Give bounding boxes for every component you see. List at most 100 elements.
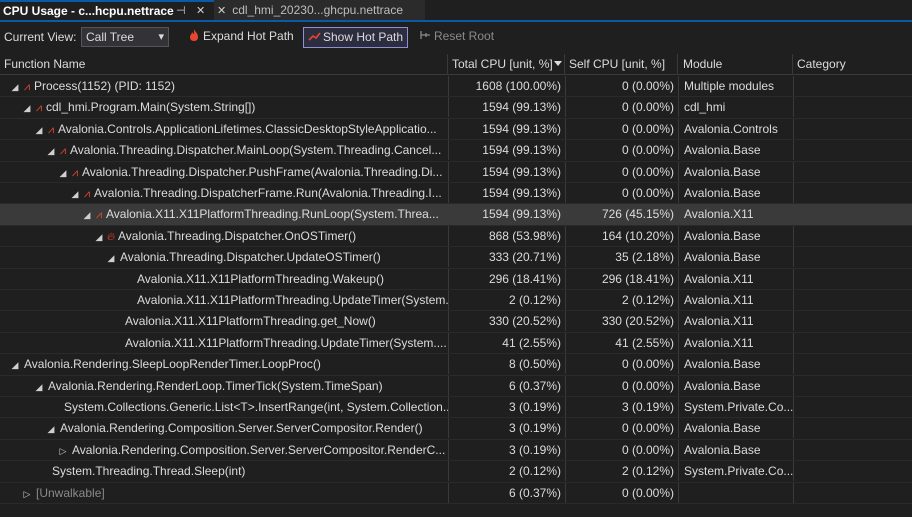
function-name-cell: Avalonia.X11.X11PlatformThreading.get_No…: [0, 311, 448, 331]
hot-path-icon: ⩘: [59, 145, 67, 158]
close-icon[interactable]: ✕: [217, 5, 226, 17]
pin-icon[interactable]: ⊣: [176, 2, 186, 20]
collapse-arrow-icon[interactable]: ◢: [46, 419, 56, 438]
collapse-arrow-icon[interactable]: ◢: [10, 355, 20, 374]
collapse-arrow-icon[interactable]: ◢: [58, 163, 68, 182]
self-cpu-cell: 726 (45.15%): [565, 204, 678, 225]
table-row[interactable]: ◢ ⩘ Avalonia.Threading.Dispatcher.PushFram…: [0, 161, 912, 183]
table-row-selected[interactable]: ◢ ⩘ Avalonia.X11.X11PlatformThreading.RunL…: [0, 204, 912, 226]
collapse-arrow-icon[interactable]: ◢: [22, 98, 32, 117]
table-row[interactable]: ◢ Avalonia.Rendering.Composition.Server.S…: [0, 418, 912, 440]
category-cell: [793, 439, 912, 460]
self-cpu-cell: 3 (0.19%): [565, 397, 678, 417]
self-cpu-cell: 0 (0.00%): [565, 439, 678, 460]
total-cpu-cell: 1594 (99.13%): [448, 118, 565, 139]
table-row[interactable]: Avalonia.X11.X11PlatformThreading.Update…: [0, 332, 912, 355]
total-cpu-cell: 1594 (99.13%): [448, 161, 565, 182]
table-row[interactable]: ◢ Avalonia.Rendering.RenderLoop.TimerTick…: [0, 375, 912, 397]
table-row[interactable]: ◢ ⩘ Process(1152) (PID: 1152) 1608 (100.00…: [0, 76, 912, 98]
collapse-arrow-icon[interactable]: ◢: [46, 141, 56, 160]
collapse-arrow-icon[interactable]: ◢: [82, 205, 92, 224]
table-row[interactable]: ◢ ⩘ Avalonia.Controls.ApplicationLifetimes…: [0, 118, 912, 141]
column-header-total-cpu-label: Total CPU [unit, %]: [452, 57, 553, 71]
self-cpu-cell: 41 (2.55%): [565, 332, 678, 353]
expand-arrow-icon[interactable]: ▷: [22, 484, 32, 503]
function-name: Process(1152) (PID: 1152): [34, 79, 175, 93]
hot-path-icon: ⩘: [47, 123, 55, 136]
function-name: Avalonia.X11.X11PlatformThreading.Update…: [125, 335, 447, 350]
table-row[interactable]: Avalonia.X11.X11PlatformThreading.Update…: [0, 290, 912, 312]
document-tab-strip: CPU Usage - c...hcpu.nettrace ⊣ ✕ ✕ cdl_h…: [0, 0, 912, 22]
sort-descending-icon: [554, 61, 562, 66]
show-hot-path-button[interactable]: Show Hot Path: [303, 27, 409, 48]
table-row[interactable]: ◢ 🔥︎ Avalonia.Threading.Dispatcher.OnOSTim…: [0, 225, 912, 248]
category-cell: [793, 118, 912, 139]
table-row[interactable]: Avalonia.X11.X11PlatformThreading.get_No…: [0, 311, 912, 333]
category-cell: [793, 76, 912, 96]
category-cell: [793, 482, 912, 503]
self-cpu-cell: 2 (0.12%): [565, 461, 678, 482]
self-cpu-cell: 0 (0.00%): [565, 183, 678, 203]
reset-root-button[interactable]: Reset Root: [415, 27, 498, 48]
table-row[interactable]: Avalonia.X11.X11PlatformThreading.Wakeup…: [0, 268, 912, 290]
table-row[interactable]: ▷ [Unwalkable] 6 (0.37%) 0 (0.00%): [0, 482, 912, 504]
module-cell: Avalonia.X11: [678, 332, 793, 353]
chevron-down-icon: ▾: [158, 31, 164, 43]
column-header-category[interactable]: Category: [793, 54, 912, 74]
function-name-cell: Avalonia.X11.X11PlatformThreading.Update…: [0, 333, 448, 353]
module-cell: Avalonia.Base: [678, 140, 793, 161]
collapse-arrow-icon[interactable]: ◢: [34, 377, 44, 396]
function-name-cell: ◢ ⩘ Avalonia.Threading.DispatcherFrame.Run…: [0, 183, 448, 203]
collapse-arrow-icon[interactable]: ◢: [70, 184, 80, 203]
column-header-function-name[interactable]: Function Name: [0, 54, 448, 74]
function-name: Avalonia.Threading.Dispatcher.UpdateOSTi…: [120, 250, 381, 265]
collapse-arrow-icon[interactable]: ◢: [94, 227, 104, 246]
tab-cpu-usage[interactable]: CPU Usage - c...hcpu.nettrace ⊣ ✕: [0, 0, 214, 20]
module-cell: System.Private.Co...: [678, 397, 793, 417]
category-cell: [793, 461, 912, 482]
table-row[interactable]: ◢ ⩘ cdl_hmi.Program.Main(System.String[]) …: [0, 97, 912, 119]
table-row[interactable]: ◢ Avalonia.Rendering.SleepLoopRenderTimer…: [0, 354, 912, 376]
category-cell: [793, 161, 912, 182]
total-cpu-cell: 6 (0.37%): [448, 482, 565, 503]
self-cpu-cell: 0 (0.00%): [565, 140, 678, 161]
table-row[interactable]: ▷ Avalonia.Rendering.Composition.Server.S…: [0, 439, 912, 462]
column-header-self-cpu[interactable]: Self CPU [unit, %]: [565, 54, 678, 74]
module-cell: Avalonia.X11: [678, 268, 793, 289]
expand-arrow-icon[interactable]: ▷: [58, 441, 68, 460]
tab-cdl-hmi-trace[interactable]: ✕ cdl_hmi_20230...ghcpu.nettrace: [214, 0, 425, 20]
module-cell: Avalonia.Base: [678, 439, 793, 460]
current-view-dropdown[interactable]: Call Tree ▾: [81, 27, 169, 47]
function-name-cell: Avalonia.X11.X11PlatformThreading.Update…: [0, 290, 448, 310]
total-cpu-cell: 868 (53.98%): [448, 225, 565, 246]
column-header-total-cpu[interactable]: Total CPU [unit, %]: [448, 54, 565, 74]
expand-hot-path-button[interactable]: Expand Hot Path: [184, 27, 298, 48]
toolbar: Current View: Call Tree ▾ Expand Hot Pat…: [0, 24, 912, 52]
category-cell: [793, 311, 912, 332]
function-name-cell: ◢ ⩘ Avalonia.Threading.Dispatcher.PushFram…: [0, 162, 448, 182]
table-row[interactable]: System.Collections.Generic.List<T>.Inser…: [0, 397, 912, 419]
collapse-arrow-icon[interactable]: ◢: [34, 120, 44, 139]
function-name: Avalonia.Rendering.Composition.Server.Se…: [72, 442, 446, 457]
column-header-module[interactable]: Module: [678, 54, 793, 74]
close-icon[interactable]: ✕: [196, 2, 205, 20]
tab-cdl-hmi-trace-label: cdl_hmi_20230...ghcpu.nettrace: [232, 3, 404, 17]
total-cpu-cell: 333 (20.71%): [448, 247, 565, 268]
reset-root-label: Reset Root: [434, 29, 495, 43]
flame-icon: [190, 29, 198, 41]
function-name-cell: ◢ Avalonia.Rendering.Composition.Server.S…: [0, 418, 448, 438]
category-cell: [793, 140, 912, 161]
function-name: System.Threading.Thread.Sleep(int): [52, 464, 246, 479]
table-row[interactable]: ◢ ⩘ Avalonia.Threading.Dispatcher.MainLoop…: [0, 140, 912, 162]
table-row[interactable]: ◢ Avalonia.Threading.Dispatcher.UpdateOST…: [0, 247, 912, 269]
function-name: Avalonia.Threading.Dispatcher.PushFrame(…: [82, 164, 443, 179]
collapse-arrow-icon[interactable]: ◢: [10, 77, 20, 96]
total-cpu-cell: 1608 (100.00%): [448, 76, 565, 96]
function-name: Avalonia.Threading.DispatcherFrame.Run(A…: [94, 186, 442, 200]
table-row[interactable]: System.Threading.Thread.Sleep(int) 2 (0.…: [0, 461, 912, 483]
table-row[interactable]: ◢ ⩘ Avalonia.Threading.DispatcherFrame.Run…: [0, 183, 912, 205]
collapse-arrow-icon[interactable]: ◢: [106, 248, 116, 267]
function-name-cell: ◢ ⩘ Avalonia.Controls.ApplicationLifetimes…: [0, 119, 448, 139]
function-name: Avalonia.X11.X11PlatformThreading.get_No…: [125, 314, 376, 329]
total-cpu-cell: 1594 (99.13%): [448, 204, 565, 225]
